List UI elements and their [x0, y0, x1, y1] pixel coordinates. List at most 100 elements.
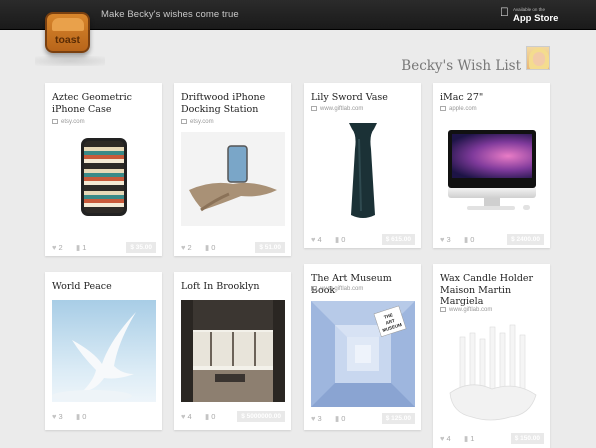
price-tag: $ 2400.00 — [507, 234, 544, 245]
comment-count[interactable]: ▮ 0 — [205, 412, 215, 421]
item-source[interactable]: www.giftlab.com — [311, 286, 363, 292]
price-tag: $ 51.00 — [255, 242, 285, 253]
comment-bubble-icon: ▮ — [335, 235, 340, 244]
candle-holder-image — [449, 324, 537, 421]
like-count[interactable]: ♥ 2 — [181, 243, 192, 252]
item-title[interactable]: World Peace — [52, 281, 156, 293]
monitor-icon — [440, 307, 446, 312]
like-count[interactable]: ♥ 2 — [52, 243, 63, 252]
item-source[interactable]: etsy.com — [52, 119, 85, 125]
logo-text: toast — [54, 34, 81, 46]
monitor-icon — [311, 106, 317, 111]
like-count[interactable]: ♥ 4 — [311, 235, 322, 244]
heart-icon: ♥ — [311, 414, 316, 423]
heart-icon: ♥ — [52, 243, 57, 252]
toast-logo[interactable]: toast — [45, 12, 90, 53]
comment-count[interactable]: ▮ 1 — [464, 434, 474, 443]
comment-count[interactable]: ▮ 0 — [335, 235, 345, 244]
item-meta: ♥ 4 ▮ 1 $ 150.00 — [440, 433, 544, 445]
phone-case-image — [81, 138, 127, 216]
monitor-icon — [440, 106, 446, 111]
item-image[interactable]: THE ART MUSEUM — [311, 301, 415, 407]
wish-card[interactable]: Loft In Brooklyn ♥ 4 ▮ 0 $ 5000000.00 — [174, 272, 291, 430]
item-title[interactable]: Wax Candle Holder Maison Martin Margiela — [440, 273, 544, 308]
item-meta: ♥ 2 ▮ 1 $ 35.00 — [52, 242, 156, 254]
comment-count[interactable]: ▮ 0 — [205, 243, 215, 252]
item-meta: ♥ 3 ▮ 0 $ 125.00 — [311, 413, 415, 425]
wishlist-title: Becky's Wish List — [401, 58, 521, 74]
item-meta: ♥ 4 ▮ 0 $ 615.00 — [311, 234, 415, 246]
item-image[interactable] — [440, 123, 544, 218]
comment-bubble-icon: ▮ — [464, 434, 469, 443]
item-source[interactable]: etsy.com — [181, 119, 214, 125]
comment-count[interactable]: ▮ 0 — [76, 412, 86, 421]
like-count[interactable]: ♥ 3 — [311, 414, 322, 423]
monitor-icon — [181, 119, 187, 124]
item-image[interactable] — [181, 300, 285, 402]
item-title[interactable]: The Art Museum Book — [311, 273, 415, 296]
price-tag: $ 35.00 — [126, 242, 156, 253]
heart-icon: ♥ — [181, 243, 186, 252]
wish-card[interactable]: The Art Museum Book www.giftlab.com THE … — [304, 264, 421, 430]
comment-count[interactable]: ▮ 1 — [76, 243, 86, 252]
app-store-available-text: Available on the — [513, 7, 545, 12]
avatar[interactable] — [526, 46, 550, 70]
comment-count[interactable]: ▮ 0 — [464, 235, 474, 244]
comment-bubble-icon: ▮ — [76, 412, 81, 421]
apple-logo-icon:  — [500, 6, 509, 19]
vase-image — [349, 123, 377, 218]
like-count[interactable]: ♥ 3 — [52, 412, 63, 421]
item-source[interactable]: www.giftlab.com — [440, 307, 492, 313]
item-image[interactable] — [311, 119, 415, 225]
item-title[interactable]: iMac 27" — [440, 92, 544, 104]
item-image[interactable] — [52, 132, 156, 226]
item-meta: ♥ 3 ▮ 0 — [52, 411, 156, 423]
comment-bubble-icon: ▮ — [205, 243, 210, 252]
item-image[interactable] — [181, 132, 285, 226]
driftwood-dock-image — [189, 145, 277, 212]
price-tag: $ 125.00 — [381, 413, 415, 424]
item-image[interactable] — [440, 319, 544, 425]
heart-icon: ♥ — [311, 235, 316, 244]
app-store-text: App Store — [513, 13, 559, 24]
wish-card[interactable]: Wax Candle Holder Maison Martin Margiela… — [433, 264, 550, 448]
like-count[interactable]: ♥ 4 — [181, 412, 192, 421]
item-meta: ♥ 3 ▮ 0 $ 2400.00 — [440, 234, 544, 246]
wish-card[interactable]: Lily Sword Vase www.giftlab.com ♥ 4 ▮ 0 … — [304, 83, 421, 248]
item-title[interactable]: Driftwood iPhone Docking Station — [181, 92, 285, 115]
wish-card[interactable]: World Peace ♥ 3 ▮ 0 — [45, 272, 162, 430]
item-title[interactable]: Aztec Geometric iPhone Case — [52, 92, 156, 115]
logo-shadow — [35, 56, 105, 66]
heart-icon: ♥ — [440, 235, 445, 244]
price-tag: $ 150.00 — [510, 433, 544, 444]
app-store-badge[interactable]:  Available on the App Store — [500, 6, 558, 25]
imac-screen — [448, 130, 536, 188]
dove-image — [52, 312, 136, 402]
price-tag: $ 615.00 — [381, 234, 415, 245]
heart-icon: ♥ — [181, 412, 186, 421]
monitor-icon — [52, 119, 58, 124]
heart-icon: ♥ — [52, 412, 57, 421]
comment-bubble-icon: ▮ — [335, 414, 340, 423]
monitor-icon — [311, 286, 317, 291]
item-meta: ♥ 4 ▮ 0 $ 5000000.00 — [181, 411, 285, 423]
wish-card[interactable]: Driftwood iPhone Docking Station etsy.co… — [174, 83, 291, 256]
item-image[interactable] — [52, 300, 156, 402]
art-museum-book-image: THE ART MUSEUM — [311, 301, 415, 407]
comment-bubble-icon: ▮ — [76, 243, 81, 252]
item-title[interactable]: Lily Sword Vase — [311, 92, 415, 104]
loft-image — [181, 300, 285, 402]
toast-crust-icon — [52, 18, 84, 31]
item-source[interactable]: apple.com — [440, 106, 477, 112]
wish-card[interactable]: Aztec Geometric iPhone Case etsy.com ♥ 2… — [45, 83, 162, 256]
item-source[interactable]: www.giftlab.com — [311, 106, 363, 112]
item-title[interactable]: Loft In Brooklyn — [181, 281, 285, 293]
keyboard — [467, 206, 515, 210]
like-count[interactable]: ♥ 4 — [440, 434, 451, 443]
comment-bubble-icon: ▮ — [205, 412, 210, 421]
item-meta: ♥ 2 ▮ 0 $ 51.00 — [181, 242, 285, 254]
wish-card[interactable]: iMac 27" apple.com ♥ 3 ▮ 0 $ 2400.00 — [433, 83, 550, 248]
like-count[interactable]: ♥ 3 — [440, 235, 451, 244]
avatar-face — [533, 52, 545, 66]
comment-count[interactable]: ▮ 0 — [335, 414, 345, 423]
